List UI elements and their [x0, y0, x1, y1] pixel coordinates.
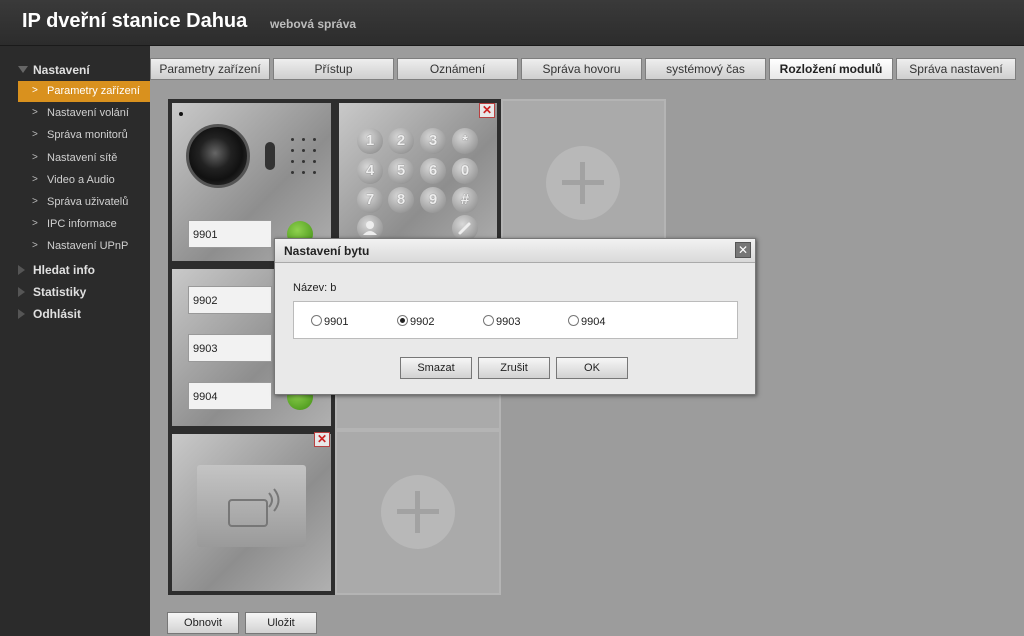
tab-systemovy-cas[interactable]: systémový čas [645, 58, 766, 80]
tab-rozlozeni-modulu[interactable]: Rozložení modulů [769, 58, 893, 80]
save-button[interactable]: Uložit [245, 612, 317, 634]
keypad-key: 9 [420, 187, 446, 213]
sidebar-section-label: Statistiky [33, 285, 87, 299]
chevron-right-icon: > [32, 85, 38, 96]
apartment-options: 9901 9902 9903 9904 [293, 301, 738, 339]
keypad-key: 4 [357, 158, 383, 184]
sidebar-item-parametry-zarizeni[interactable]: > Parametry zařízení [18, 81, 150, 102]
keypad-key: 6 [420, 158, 446, 184]
sidebar-item-label: Parametry zařízení [47, 85, 140, 97]
sidebar-section-nastaveni[interactable]: Nastavení [0, 59, 150, 81]
app-header: IP dveřní stanice Dahua webová správa [0, 0, 1024, 46]
tab-oznameni[interactable]: Oznámení [397, 58, 518, 80]
keypad-key: 7 [357, 187, 383, 213]
chevron-right-icon: > [32, 196, 38, 207]
chevron-right-icon: > [32, 152, 38, 163]
refresh-button[interactable]: Obnovit [167, 612, 239, 634]
add-module-icon[interactable] [381, 475, 455, 549]
indicator-dot [179, 112, 183, 116]
dialog-title: Nastavení bytu [284, 244, 370, 258]
keypad-key: 3 [420, 128, 446, 154]
remove-module-icon[interactable]: ✕ [314, 432, 330, 447]
chevron-right-icon: > [32, 107, 38, 118]
radio-label: 9904 [581, 316, 606, 328]
close-icon[interactable]: ✕ [735, 242, 751, 258]
tab-parametry-zarizeni[interactable]: Parametry zařízení [150, 58, 270, 80]
keypad-key: 1 [357, 128, 383, 154]
radio-circle-icon [311, 315, 322, 326]
radio-circle-icon [568, 315, 579, 326]
tab-sprava-nastaveni[interactable]: Správa nastavení [896, 58, 1016, 80]
apartment-field-9902[interactable]: 9902 [188, 286, 272, 314]
sidebar-item-nastaveni-upnp[interactable]: > Nastavení UPnP [18, 236, 150, 257]
chevron-right-icon: > [32, 240, 38, 251]
radio-checked-icon [397, 315, 408, 326]
card-reader-icon [197, 465, 306, 547]
remove-module-icon[interactable]: ✕ [479, 103, 495, 118]
sidebar-item-label: Nastavení sítě [47, 152, 118, 164]
radio-9903[interactable]: 9903 [483, 315, 520, 328]
collapsed-arrow-icon [18, 309, 25, 319]
sidebar-item-sprava-uzivatelu[interactable]: > Správa uživatelů [18, 192, 150, 213]
ok-button[interactable]: OK [556, 357, 628, 379]
radio-label: 9903 [496, 316, 521, 328]
radio-label: 9901 [324, 316, 349, 328]
tab-pristup[interactable]: Přístup [273, 58, 394, 80]
sidebar-item-label: Video a Audio [47, 174, 115, 186]
apartment-field-9903[interactable]: 9903 [188, 334, 272, 362]
collapsed-arrow-icon [18, 265, 25, 275]
sidebar-item-label: Správa uživatelů [47, 196, 129, 208]
sidebar-item-label: IPC informace [47, 218, 117, 230]
dialog-titlebar: Nastavení bytu ✕ [275, 239, 755, 263]
add-module-icon[interactable] [546, 146, 620, 220]
sidebar-item-label: Správa monitorů [47, 129, 128, 141]
sidebar-item-label: Nastavení UPnP [47, 240, 129, 252]
apartment-field-9901[interactable]: 9901 [188, 220, 272, 248]
sidebar-item-nastaveni-volani[interactable]: > Nastavení volání [18, 103, 150, 124]
chevron-right-icon: > [32, 174, 38, 185]
sidebar-section-odhlasit[interactable]: Odhlásit [0, 303, 150, 325]
radio-9902[interactable]: 9902 [397, 315, 434, 328]
camera-lens-icon [186, 124, 250, 188]
sidebar-section-statistiky[interactable]: Statistiky [0, 281, 150, 303]
keypad-key: # [452, 187, 478, 213]
expand-arrow-icon [18, 66, 28, 73]
sidebar-item-label: Nastavení volání [47, 107, 129, 119]
dialog-name-label: Název: b [293, 282, 337, 294]
radio-circle-icon [483, 315, 494, 326]
chevron-right-icon: > [32, 129, 38, 140]
sidebar-section-hledat-info[interactable]: Hledat info [0, 259, 150, 281]
apartment-settings-dialog: Nastavení bytu ✕ Název: b 9901 9902 9903… [274, 238, 756, 395]
sidebar-section-label: Hledat info [33, 263, 95, 277]
microphone-icon [265, 142, 275, 170]
app-subtitle: webová správa [270, 17, 357, 31]
app-title: IP dveřní stanice Dahua [22, 10, 248, 32]
chevron-right-icon: > [32, 218, 38, 229]
keypad-key: 2 [388, 128, 414, 154]
sidebar-item-ipc-informace[interactable]: > IPC informace [18, 214, 150, 235]
cancel-button[interactable]: Zrušit [478, 357, 550, 379]
sidebar-section-label: Nastavení [33, 63, 90, 77]
keypad-key: 0 [452, 158, 478, 184]
sidebar-section-label: Odhlásit [33, 307, 82, 321]
sidebar-item-sprava-monitoru[interactable]: > Správa monitorů [18, 125, 150, 146]
radio-9904[interactable]: 9904 [568, 315, 605, 328]
sidebar-item-nastaveni-site[interactable]: > Nastavení sítě [18, 148, 150, 169]
radio-9901[interactable]: 9901 [311, 315, 348, 328]
apartment-field-9904[interactable]: 9904 [188, 382, 272, 410]
tab-sprava-hovoru[interactable]: Správa hovoru [521, 58, 642, 80]
keypad-key: 8 [388, 187, 414, 213]
collapsed-arrow-icon [18, 287, 25, 297]
keypad-key: * [452, 128, 478, 154]
radio-label: 9902 [410, 316, 435, 328]
keypad-key: 5 [388, 158, 414, 184]
sidebar-item-video-audio[interactable]: > Video a Audio [18, 170, 150, 191]
delete-button[interactable]: Smazat [400, 357, 472, 379]
